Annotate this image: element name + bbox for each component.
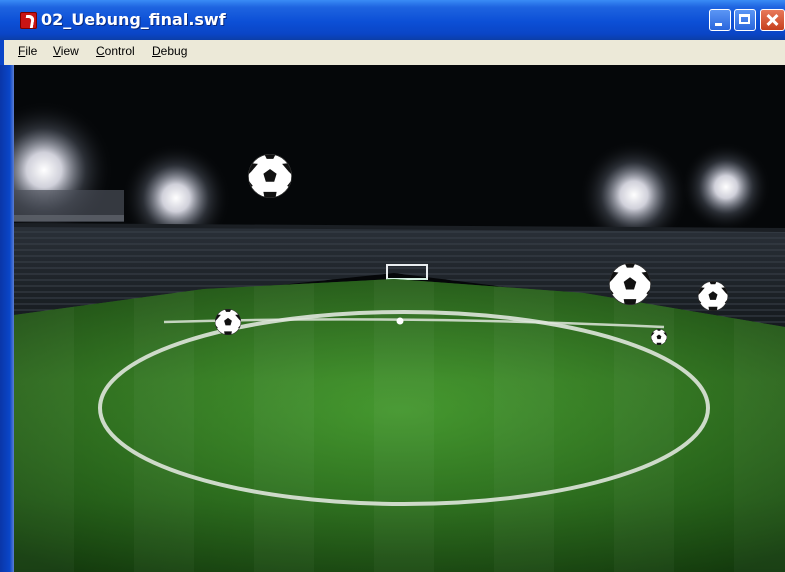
window-border-left — [0, 65, 14, 572]
soccer-ball-4[interactable] — [215, 309, 241, 335]
soccer-ball-3[interactable] — [698, 281, 728, 311]
menu-view[interactable]: View — [53, 44, 79, 58]
close-button[interactable] — [760, 9, 785, 31]
menu-debug[interactable]: Debug — [152, 44, 187, 58]
flash-player-window: 02_Uebung_final.swf File View Control De… — [0, 0, 785, 572]
minimize-button[interactable] — [709, 9, 731, 31]
soccer-ball-1[interactable] — [248, 154, 292, 198]
title-bar[interactable]: 02_Uebung_final.swf — [0, 0, 785, 40]
stadium-scene — [14, 65, 785, 572]
flash-stage[interactable] — [14, 65, 785, 572]
maximize-button[interactable] — [734, 9, 756, 31]
window-title: 02_Uebung_final.swf — [41, 10, 226, 29]
menu-control[interactable]: Control — [96, 44, 135, 58]
soccer-ball-5[interactable] — [651, 329, 667, 345]
menu-bar: File View Control Debug — [0, 40, 785, 65]
flash-player-icon[interactable] — [20, 12, 37, 29]
soccer-ball-2[interactable] — [609, 263, 651, 305]
menu-file[interactable]: File — [18, 44, 37, 58]
